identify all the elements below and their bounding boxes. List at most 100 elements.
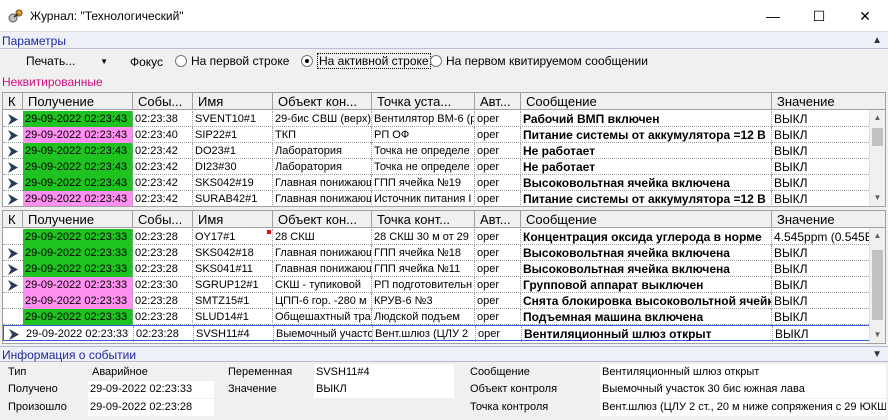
chevron-right-icon xyxy=(8,178,18,189)
header-point-col[interactable]: Точка конт... xyxy=(372,211,475,228)
received-value: 29-09-2022 02:23:33 xyxy=(88,381,214,398)
ack-cell[interactable] xyxy=(3,229,23,245)
name-cell: SKS041#11 xyxy=(193,261,273,277)
ack-cell[interactable] xyxy=(3,277,23,293)
received-cell: 29-09-2022 02:23:33 xyxy=(23,261,133,277)
focus-active-row-radio[interactable]: На активной строке xyxy=(301,53,431,70)
ack-cell[interactable] xyxy=(3,191,23,206)
header-value-col[interactable]: Значение xyxy=(772,211,885,228)
header-event-col[interactable]: Собы... xyxy=(133,211,193,228)
received-cell: 29-09-2022 02:23:33 xyxy=(23,309,133,325)
header-object-col[interactable]: Объект кон... xyxy=(273,93,372,110)
header-name-col[interactable]: Имя xyxy=(193,93,273,110)
header-received-col[interactable]: Получение xyxy=(23,211,133,228)
author-cell: oper xyxy=(475,293,521,309)
header-event-col[interactable]: Собы... xyxy=(133,93,193,110)
value-cell: ВЫКЛ xyxy=(772,261,871,277)
table-row[interactable]: 29-09-2022 02:23:33 02:23:28 SKS042#18 Глав… xyxy=(3,245,871,261)
event-info-header[interactable]: Информация о событии ▼ xyxy=(0,346,888,362)
header-point-col[interactable]: Точка уста... xyxy=(372,93,475,110)
message-cell: Рабочий ВМП включен xyxy=(521,111,772,127)
params-section-header[interactable]: Параметры ▲ xyxy=(0,33,888,49)
name-cell: SURAB42#1 xyxy=(193,191,273,206)
point-label: Точка контроля xyxy=(470,401,549,413)
ack-cell[interactable] xyxy=(3,111,23,127)
header-message-col[interactable]: Сообщение xyxy=(521,93,772,110)
unacknowledged-grid[interactable]: К Получение Собы... Имя Объект кон... Точка у… xyxy=(2,92,886,207)
value-cell: ВЫКЛ xyxy=(772,293,871,309)
close-button[interactable]: ✕ xyxy=(842,0,888,32)
unack-vertical-scrollbar[interactable]: ▲ ▼ xyxy=(869,110,885,206)
table-row[interactable]: 29-09-2022 02:23:33 02:23:28 SMTZ15#1 ЦПП-6… xyxy=(3,293,871,309)
received-cell: 29-09-2022 02:23:43 xyxy=(23,175,133,191)
title-bar[interactable]: Журнал: "Технологический" — ☐ ✕ xyxy=(0,0,888,32)
events-vertical-scrollbar[interactable]: ▲ ▼ xyxy=(869,228,885,343)
table-row[interactable]: 29-09-2022 02:23:43 02:23:42 SURAB42#1 Глав… xyxy=(3,191,871,206)
header-message-col[interactable]: Сообщение xyxy=(521,211,772,228)
name-cell: SKS042#18 xyxy=(193,245,273,261)
header-name-col[interactable]: Имя xyxy=(193,211,273,228)
header-object-col[interactable]: Объект кон... xyxy=(273,211,372,228)
type-value: Аварийное xyxy=(92,366,148,378)
point-cell: ГПП ячейка №19 xyxy=(372,175,475,191)
maximize-button[interactable]: ☐ xyxy=(796,0,842,32)
collapse-params-icon[interactable]: ▲ xyxy=(872,33,882,49)
focus-first-ack-radio[interactable]: На первом квитируемом сообщении xyxy=(430,54,648,70)
radio-label: На первом квитируемом сообщении xyxy=(446,54,648,68)
message-cell: Высоковольтная ячейка включена xyxy=(521,245,772,261)
table-row[interactable]: 29-09-2022 02:23:43 02:23:38 SVENT10#1 29-б… xyxy=(3,111,871,127)
scroll-thumb[interactable] xyxy=(872,250,883,320)
header-author-col[interactable]: Авт... xyxy=(475,211,521,228)
author-cell: oper xyxy=(476,326,522,342)
journal-app-icon xyxy=(8,9,23,23)
focus-first-row-radio[interactable]: На первой строке xyxy=(175,54,289,70)
message-cell: Вентиляционный шлюз открыт xyxy=(522,326,773,342)
table-row[interactable]: 29-09-2022 02:23:43 02:23:42 DI23#30 Лабора… xyxy=(3,159,871,175)
print-dropdown-button[interactable]: Печать... ▼ xyxy=(8,52,114,71)
radio-label: На первой строке xyxy=(191,54,290,68)
object-cell: 29-бис СВШ (верх) xyxy=(275,111,372,127)
ack-cell[interactable] xyxy=(3,175,23,191)
ack-cell[interactable] xyxy=(3,293,23,309)
ack-cell[interactable] xyxy=(3,261,23,277)
table-row[interactable]: 29-09-2022 02:23:43 02:23:42 DO23#1 Лаборат… xyxy=(3,143,871,159)
header-value-col[interactable]: Значение xyxy=(772,93,885,110)
radio-selected-icon xyxy=(301,55,313,67)
table-row[interactable]: 29-09-2022 02:23:43 02:23:42 SKS042#19 Глав… xyxy=(3,175,871,191)
all-events-grid[interactable]: К Получение Собы... Имя Объект кон... Точка к… xyxy=(2,210,886,344)
value-label: Значение xyxy=(228,383,277,395)
value-cell: ВЫКЛ xyxy=(772,191,871,206)
ack-cell[interactable] xyxy=(3,245,23,261)
ack-cell[interactable] xyxy=(3,309,23,325)
table-row[interactable]: 29-09-2022 02:23:33 02:23:30 SGRUP12#1 СКШ … xyxy=(3,277,871,293)
table-row[interactable]: 29-09-2022 02:23:33 02:23:28 SLUD14#1 Общеш… xyxy=(3,309,871,325)
scroll-up-icon[interactable]: ▲ xyxy=(870,110,885,126)
collapse-info-icon[interactable]: ▼ xyxy=(872,347,882,363)
ack-cell[interactable] xyxy=(3,143,23,159)
header-k-col[interactable]: К xyxy=(3,211,23,228)
name-cell: DI23#30 xyxy=(193,159,273,175)
header-received-col[interactable]: Получение xyxy=(23,93,133,110)
ack-cell[interactable] xyxy=(4,326,24,342)
point-cell: КРУВ-6 №3 xyxy=(372,293,475,309)
object-cell: СКШ - тупиковой xyxy=(273,277,372,293)
params-header-label: Параметры xyxy=(2,34,66,48)
table-row[interactable]: 29-09-2022 02:23:43 02:23:40 SIP22#1 ТКП РП … xyxy=(3,127,871,143)
scroll-up-icon[interactable]: ▲ xyxy=(870,228,885,244)
table-row[interactable]: 29-09-2022 02:23:33 02:23:28 OY17#1 28 СКШ 2… xyxy=(3,229,871,245)
radio-icon xyxy=(175,55,187,67)
minimize-button[interactable]: — xyxy=(750,0,796,32)
table-row[interactable]: 29-09-2022 02:23:33 02:23:28 SVSH11#4 Выемо… xyxy=(3,325,872,342)
header-k-col[interactable]: К xyxy=(3,93,23,110)
event-cell: 02:23:28 xyxy=(133,229,193,245)
ack-cell[interactable] xyxy=(3,159,23,175)
ack-cell[interactable] xyxy=(3,127,23,143)
scroll-down-icon[interactable]: ▼ xyxy=(870,190,885,206)
scroll-down-icon[interactable]: ▼ xyxy=(870,327,885,343)
table-row[interactable]: 29-09-2022 02:23:33 02:23:28 SKS041#11 Глав… xyxy=(3,261,871,277)
header-author-col[interactable]: Авт... xyxy=(475,93,521,110)
scroll-thumb[interactable] xyxy=(872,128,883,146)
name-cell: SVENT10#1 xyxy=(193,111,273,127)
object-cell: Главная понижаюш xyxy=(275,245,372,261)
radio-icon xyxy=(430,55,442,67)
